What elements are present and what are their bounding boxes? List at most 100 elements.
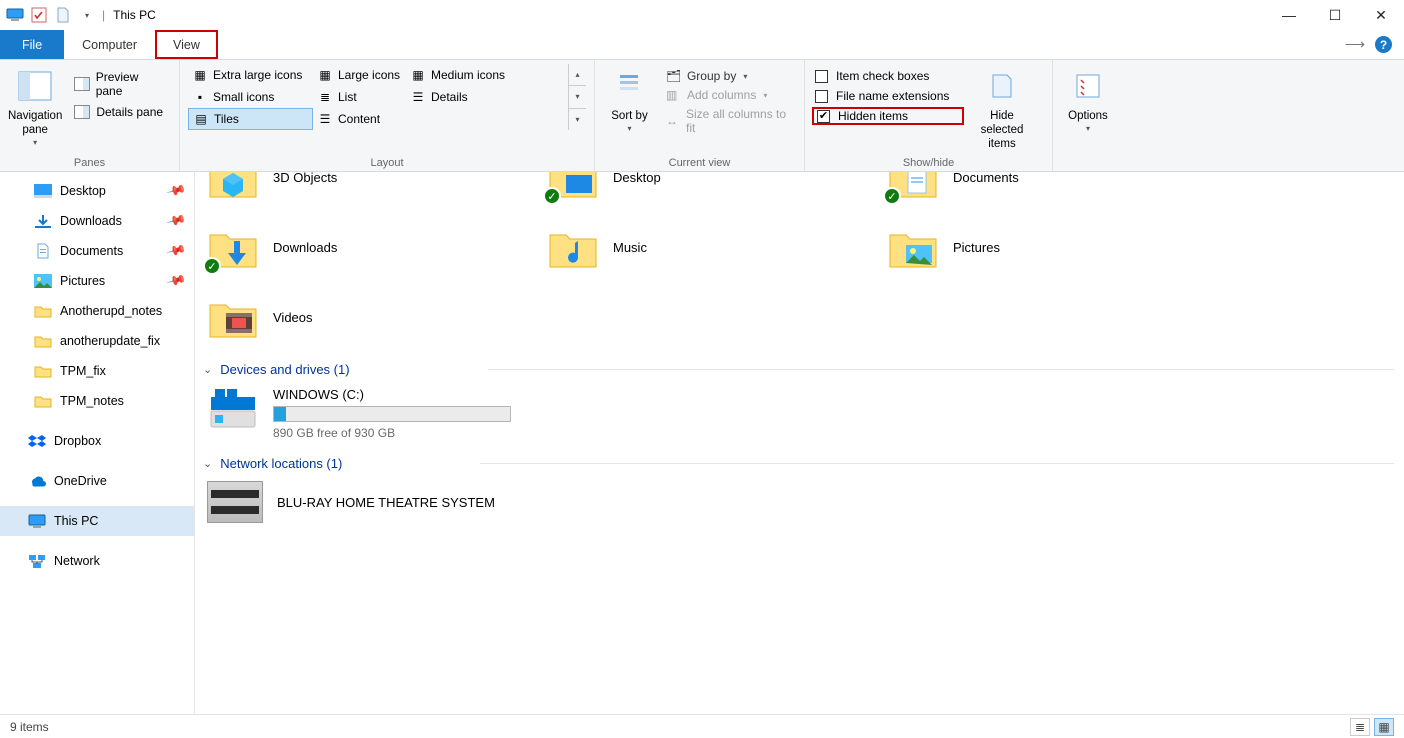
section-devices[interactable]: ⌄ Devices and drives (1): [203, 352, 1394, 381]
nav-desktop[interactable]: Desktop📌: [0, 176, 194, 206]
folder-downloads[interactable]: ✓ Downloads: [203, 212, 493, 282]
details-icon: ☰: [410, 90, 426, 104]
folder-documents[interactable]: ✓ Documents: [883, 172, 1173, 212]
network-device-bluray[interactable]: BLU-RAY HOME THEATRE SYSTEM: [203, 475, 1394, 529]
music-folder-icon: [547, 221, 599, 273]
nav-folder-anotherupdate-fix[interactable]: anotherupdate_fix: [0, 326, 194, 356]
downloads-folder-icon: ✓: [207, 221, 259, 273]
layout-gallery-scroll[interactable]: ▴ ▾ ▾: [568, 64, 586, 130]
preview-pane-icon: [74, 77, 89, 91]
nav-onedrive[interactable]: OneDrive: [0, 466, 194, 496]
close-button[interactable]: ✕: [1358, 0, 1404, 30]
dropbox-icon: [28, 432, 46, 450]
nav-network[interactable]: Network: [0, 546, 194, 576]
item-check-boxes-toggle[interactable]: Item check boxes: [813, 68, 963, 84]
folder-music[interactable]: Music: [543, 212, 833, 282]
pictures-folder-icon: [887, 221, 939, 273]
preview-pane-label: Preview pane: [96, 70, 165, 98]
nav-folder-tpm-notes[interactable]: TPM_notes: [0, 386, 194, 416]
section-network-locations[interactable]: ⌄ Network locations (1): [203, 446, 1394, 475]
tab-file[interactable]: File: [0, 30, 64, 59]
videos-folder-icon: [207, 291, 259, 343]
hide-selected-button[interactable]: Hide selected items: [969, 64, 1035, 151]
details-pane-button[interactable]: Details pane: [68, 103, 171, 121]
folder-videos[interactable]: Videos: [203, 282, 493, 352]
nav-folder-anotherupd-notes[interactable]: Anotherupd_notes: [0, 296, 194, 326]
folder-icon: [34, 392, 52, 410]
tab-view[interactable]: View: [155, 30, 218, 59]
pin-icon: 📌: [165, 240, 187, 262]
layout-small-icons[interactable]: ▪Small icons: [188, 86, 313, 108]
network-device-label: BLU-RAY HOME THEATRE SYSTEM: [277, 495, 495, 510]
navigation-pane-label: Navigation pane: [8, 110, 62, 136]
downloads-icon: [34, 212, 52, 230]
sort-by-button[interactable]: Sort by ▾: [603, 64, 656, 133]
netloc-header-label: Network locations (1): [220, 456, 342, 471]
layout-content[interactable]: ☰Content: [313, 108, 406, 130]
folder-desktop[interactable]: ✓ Desktop: [543, 172, 833, 212]
ribbon-group-show-hide: Item check boxes File name extensions ✔H…: [805, 60, 1053, 171]
medium-icons-icon: ▦: [410, 68, 426, 82]
ribbon: Navigation pane ▾ Preview pane Details p…: [0, 60, 1404, 172]
layout-medium-icons[interactable]: ▦Medium icons: [406, 64, 556, 86]
navigation-pane-button[interactable]: Navigation pane ▾: [8, 64, 62, 147]
preview-pane-button[interactable]: Preview pane: [68, 68, 171, 100]
add-columns-button: ▥Add columns ▾: [662, 87, 796, 103]
minimize-ribbon-icon[interactable]: ⟶: [1345, 36, 1365, 53]
layout-large-icons[interactable]: ▦Large icons: [313, 64, 406, 86]
scroll-up-icon[interactable]: ▴: [569, 64, 586, 86]
currentview-group-label: Current view: [603, 155, 796, 169]
scroll-down-icon[interactable]: ▾: [569, 86, 586, 108]
layout-tiles[interactable]: ▤Tiles: [188, 108, 313, 130]
file-qat-icon[interactable]: [54, 6, 72, 24]
folder-pictures[interactable]: Pictures: [883, 212, 1173, 282]
pin-icon: 📌: [165, 210, 187, 232]
media-device-icon: [207, 481, 263, 523]
checkbox-icon: [815, 70, 828, 83]
scroll-more-icon[interactable]: ▾: [569, 109, 586, 130]
layout-extra-large-icons[interactable]: ▦Extra large icons: [188, 64, 313, 86]
desktop-folder-icon: ✓: [547, 172, 599, 203]
extra-large-icons-icon: ▦: [192, 68, 208, 82]
maximize-button[interactable]: ☐: [1312, 0, 1358, 30]
nav-documents[interactable]: Documents📌: [0, 236, 194, 266]
qat-dropdown-icon[interactable]: ▾: [78, 6, 96, 24]
folder-3d-objects[interactable]: 3D Objects: [203, 172, 493, 212]
ribbon-tabs: File Computer View ⟶ ?: [0, 30, 1404, 60]
nav-downloads[interactable]: Downloads📌: [0, 206, 194, 236]
group-by-button[interactable]: 🗂Group by ▾: [662, 68, 796, 84]
tab-computer[interactable]: Computer: [64, 30, 155, 59]
properties-qat-icon[interactable]: [30, 6, 48, 24]
thispc-icon: [28, 512, 46, 530]
devices-header-label: Devices and drives (1): [220, 362, 349, 377]
nav-dropbox[interactable]: Dropbox: [0, 426, 194, 456]
minimize-button[interactable]: —: [1266, 0, 1312, 30]
list-icon: ≣: [317, 90, 333, 104]
content-area: Desktop📌 Downloads📌 Documents📌 Pictures📌…: [0, 172, 1404, 714]
chevron-down-icon: ▾: [763, 91, 767, 100]
details-view-toggle[interactable]: ≣: [1350, 718, 1370, 736]
options-button[interactable]: Options ▾: [1061, 64, 1115, 133]
layout-gallery: ▦Extra large icons ▦Large icons ▦Medium …: [188, 64, 586, 130]
drive-c[interactable]: WINDOWS (C:) 890 GB free of 930 GB: [203, 381, 523, 446]
item-count: 9 items: [10, 720, 49, 734]
nav-this-pc[interactable]: This PC: [0, 506, 194, 536]
thispc-qat-icon: [6, 6, 24, 24]
add-columns-icon: ▥: [666, 88, 682, 102]
layout-details[interactable]: ☰Details: [406, 86, 556, 108]
checkbox-icon: [815, 90, 828, 103]
nav-pictures[interactable]: Pictures📌: [0, 266, 194, 296]
network-icon: [28, 552, 46, 570]
help-icon[interactable]: ?: [1375, 36, 1392, 53]
tiles-view-toggle[interactable]: ▦: [1374, 718, 1394, 736]
ribbon-group-panes: Navigation pane ▾ Preview pane Details p…: [0, 60, 180, 171]
nav-folder-tpm-fix[interactable]: TPM_fix: [0, 356, 194, 386]
folder-icon: [34, 332, 52, 350]
file-name-extensions-toggle[interactable]: File name extensions: [813, 88, 963, 104]
hidden-items-toggle[interactable]: ✔Hidden items: [813, 108, 963, 124]
drive-icon: [207, 387, 259, 433]
size-columns-button: ↔Size all columns to fit: [662, 106, 796, 136]
layout-list[interactable]: ≣List: [313, 86, 406, 108]
chevron-down-icon: ▾: [603, 124, 656, 134]
pin-icon: 📌: [165, 270, 187, 292]
